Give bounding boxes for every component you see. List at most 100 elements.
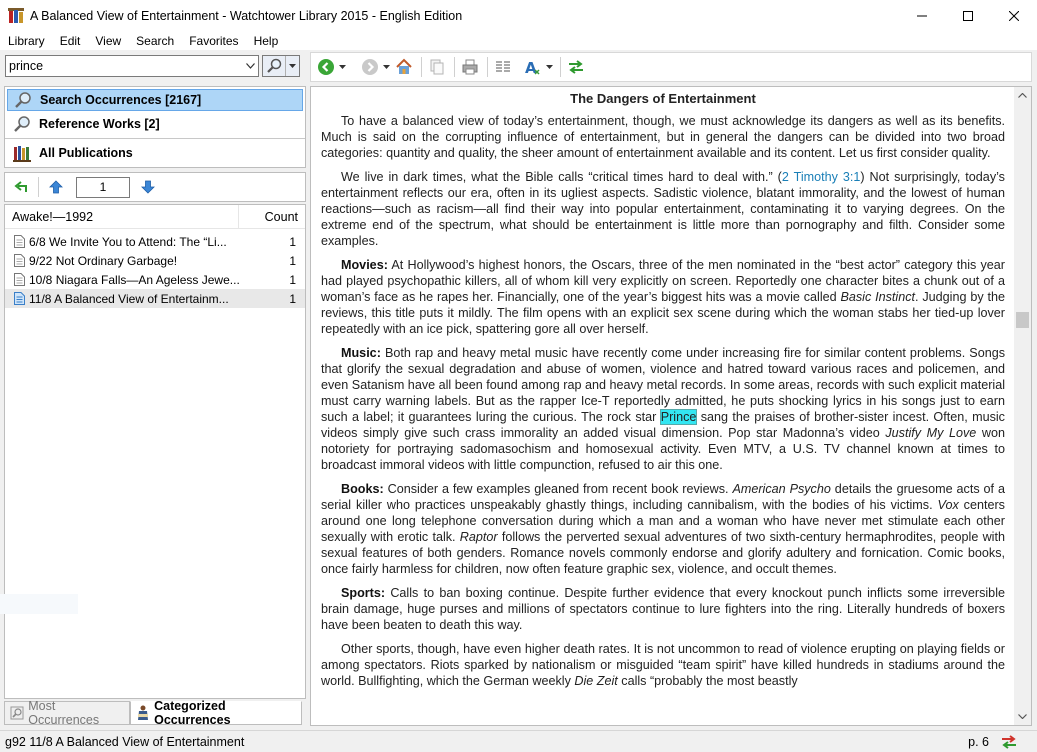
search-occurrences-label: Search Occurrences [2167] [40, 93, 202, 107]
article-heading: The Dangers of Entertainment [570, 91, 756, 106]
home-button[interactable] [395, 55, 413, 79]
return-arrow-icon [14, 181, 27, 192]
close-icon [1009, 10, 1019, 21]
menu-bar: Library Edit View Search Favorites Help [0, 31, 1037, 50]
result-title: 11/8 A Balanced View of Entertainm... [29, 291, 229, 306]
document-icon [13, 254, 26, 268]
paragraph: Books: Consider a few examples gleaned f… [321, 482, 1005, 576]
search-combobox[interactable]: prince [5, 55, 259, 77]
scrollbar-thumb[interactable] [1016, 312, 1029, 328]
close-button[interactable] [991, 0, 1037, 31]
paragraph: Movies: At Hollywood’s highest honors, t… [321, 258, 1005, 336]
arrow-up-icon [49, 180, 63, 194]
document-open-icon [13, 292, 26, 306]
magnifier-icon [11, 114, 33, 134]
subheading-movies: Movies: [341, 258, 388, 272]
splitter[interactable] [307, 52, 309, 726]
status-bar: g92 11/8 A Balanced View of Entertainmen… [0, 730, 1037, 752]
result-count: 1 [289, 272, 296, 287]
tab-most-occurrences-label: Most Occurrences [28, 699, 100, 727]
result-row[interactable]: 10/8 Niagara Falls—An Ageless Jewe... 1 [5, 270, 305, 289]
columns-button[interactable] [494, 55, 512, 79]
window-title: A Balanced View of Entertainment - Watch… [30, 8, 463, 23]
result-title: 10/8 Niagara Falls—An Ageless Jewe... [29, 272, 239, 287]
search-button[interactable] [262, 55, 300, 77]
subheading-sports: Sports: [341, 586, 386, 600]
count-column-header[interactable]: Count [239, 210, 305, 224]
minimize-button[interactable] [899, 0, 945, 31]
tab-categorized-occurrences-label: Categorized Occurrences [154, 699, 231, 727]
print-button[interactable] [461, 55, 479, 79]
result-row-selected[interactable]: 11/8 A Balanced View of Entertainm... 1 [5, 289, 305, 308]
status-page: p. 6 [968, 734, 989, 749]
search-occurrences-item[interactable]: Search Occurrences [2167] [7, 89, 303, 111]
maximize-icon [963, 10, 973, 21]
minimize-icon [917, 15, 927, 16]
tab-most-occurrences[interactable]: Most Occurrences [4, 699, 130, 727]
title-bar: A Balanced View of Entertainment - Watch… [0, 0, 1037, 31]
copy-button[interactable] [428, 55, 446, 79]
toolbar: A [310, 52, 1032, 82]
forward-history-dropdown[interactable] [381, 65, 391, 69]
paragraph: We live in dark times, what the Bible ca… [321, 170, 1005, 248]
scroll-up-icon[interactable] [1014, 87, 1031, 104]
result-count: 1 [289, 291, 296, 306]
subheading-books: Books: [341, 482, 384, 496]
paragraph: Music: Both rap and heavy metal music ha… [321, 346, 1005, 472]
publication-column-header[interactable]: Awake!—1992 [5, 204, 239, 229]
menu-library[interactable]: Library [0, 34, 52, 48]
result-title: 6/8 We Invite You to Attend: The “Li... [29, 234, 227, 249]
menu-edit[interactable]: Edit [52, 34, 88, 48]
vertical-scrollbar[interactable] [1014, 87, 1031, 725]
maximize-button[interactable] [945, 0, 991, 31]
font-size-dropdown[interactable] [544, 65, 554, 69]
reader-figure-icon [135, 705, 150, 721]
search-hit-highlight[interactable]: Prince [659, 409, 698, 425]
synchronize-button[interactable] [567, 55, 585, 79]
search-input[interactable]: prince [6, 59, 242, 73]
sync-status-icon[interactable] [999, 734, 1019, 749]
copy-icon [430, 59, 444, 75]
results-tabs: Most Occurrences Categorized Occurrences [4, 699, 306, 727]
menu-view[interactable]: View [87, 34, 128, 48]
result-row[interactable]: 6/8 We Invite You to Attend: The “Li... … [5, 232, 305, 251]
menu-help[interactable]: Help [246, 34, 286, 48]
magnifier-icon[interactable] [263, 56, 285, 76]
reading-pane: The Dangers of Entertainment To have a b… [310, 86, 1032, 726]
columns-icon [496, 61, 510, 72]
faint-tooltip-remnant [0, 594, 78, 614]
menu-favorites[interactable]: Favorites [181, 34, 245, 48]
all-publications-item[interactable]: All Publications [7, 142, 303, 164]
status-location: g92 11/8 A Balanced View of Entertainmen… [5, 734, 245, 749]
font-size-button[interactable]: A [524, 55, 542, 79]
printer-icon [462, 59, 478, 75]
subheading-music: Music: [341, 346, 381, 360]
return-button[interactable] [9, 176, 33, 198]
document-icon [13, 235, 26, 249]
all-publications-label: All Publications [39, 146, 133, 160]
occurrence-number-input[interactable]: 1 [76, 176, 130, 198]
home-icon [396, 58, 412, 74]
scroll-down-icon[interactable] [1014, 708, 1031, 725]
article: The Dangers of Entertainment To have a b… [321, 89, 1005, 697]
reference-works-item[interactable]: Reference Works [2] [7, 113, 303, 135]
arrow-down-icon [141, 180, 155, 194]
back-history-dropdown[interactable] [337, 65, 347, 69]
paragraph: Other sports, though, have even higher d… [321, 642, 1005, 688]
menu-search[interactable]: Search [128, 34, 181, 48]
results-header: Awake!—1992 Count [5, 204, 305, 229]
next-occurrence-button[interactable] [136, 176, 160, 198]
back-button[interactable] [317, 55, 335, 79]
result-count: 1 [289, 234, 296, 249]
chevron-down-icon[interactable] [242, 56, 258, 76]
search-row: prince [0, 52, 306, 82]
forward-button[interactable] [361, 55, 379, 79]
document-icon [13, 273, 26, 287]
results-list: Awake!—1992 Count 6/8 We Invite You to A… [4, 204, 306, 699]
left-panel: Search Occurrences [2167] Reference Work… [4, 86, 306, 727]
previous-occurrence-button[interactable] [44, 176, 68, 198]
tab-categorized-occurrences[interactable]: Categorized Occurrences [130, 699, 302, 727]
search-options-dropdown[interactable] [285, 56, 299, 76]
scripture-link[interactable]: 2 Timothy 3:1 [782, 170, 861, 184]
result-row[interactable]: 9/22 Not Ordinary Garbage! 1 [5, 251, 305, 270]
